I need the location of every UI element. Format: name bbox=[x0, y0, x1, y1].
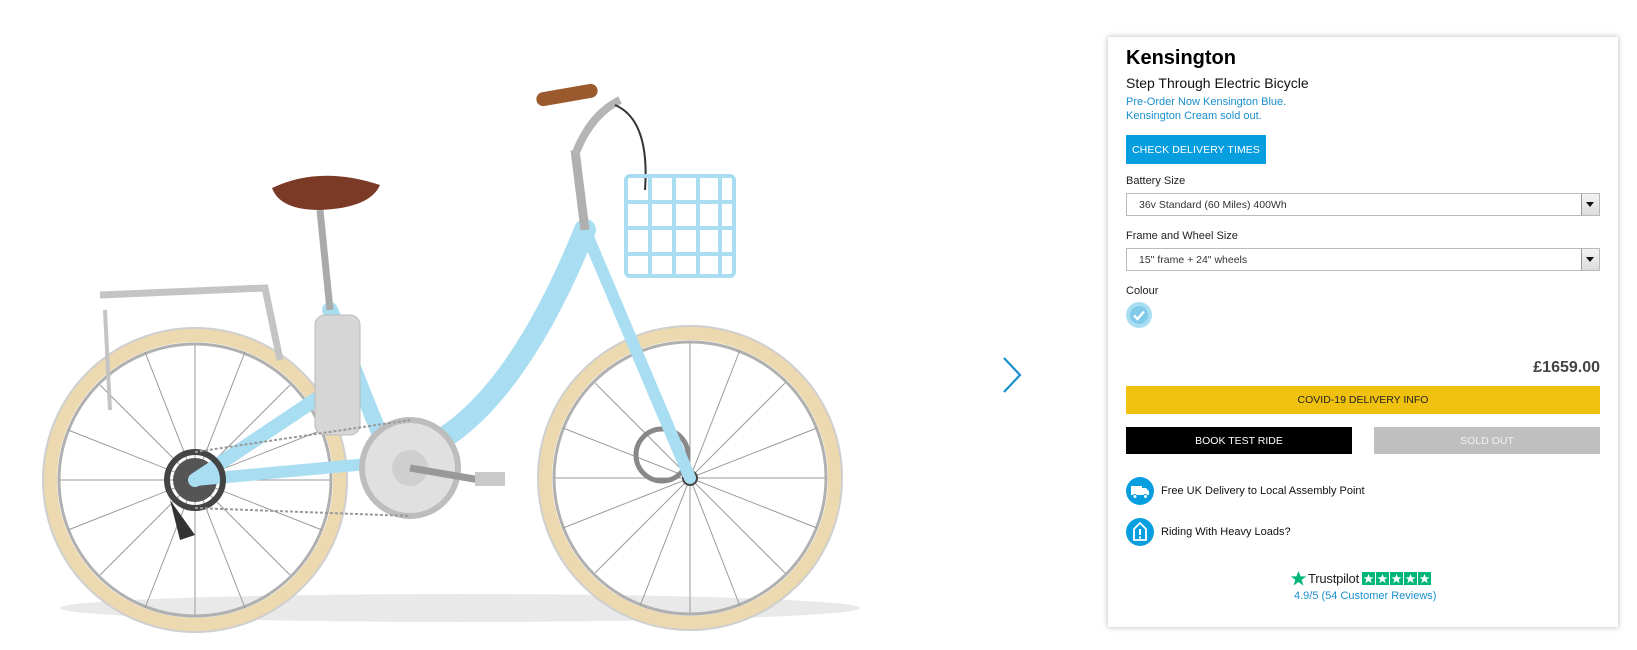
delivery-van-icon bbox=[1126, 477, 1154, 505]
product-title: Kensington bbox=[1126, 47, 1236, 69]
product-gallery bbox=[0, 0, 1030, 646]
check-delivery-times-button[interactable]: CHECK DELIVERY TIMES bbox=[1126, 135, 1266, 164]
colour-swatch-blue[interactable] bbox=[1126, 302, 1152, 328]
product-subtitle: Step Through Electric Bicycle bbox=[1126, 75, 1309, 91]
battery-size-value: 36v Standard (60 Miles) 400Wh bbox=[1139, 199, 1287, 211]
sold-out-button: SOLD OUT bbox=[1374, 427, 1600, 454]
battery-size-select[interactable]: 36v Standard (60 Miles) 400Wh bbox=[1126, 193, 1600, 216]
star-icon bbox=[1403, 571, 1417, 585]
star-icon bbox=[1389, 571, 1403, 585]
colour-label: Colour bbox=[1126, 285, 1159, 297]
frame-wheel-size-label: Frame and Wheel Size bbox=[1126, 230, 1238, 242]
bike-product-image bbox=[42, 83, 860, 633]
heavy-loads-link[interactable]: Riding With Heavy Loads? bbox=[1126, 518, 1600, 548]
trustpilot-logo-row: Trustpilot bbox=[1290, 569, 1432, 587]
soldout-notice: Kensington Cream sold out. bbox=[1126, 110, 1262, 122]
heavy-loads-text: Riding With Heavy Loads? bbox=[1161, 526, 1291, 538]
trustpilot-brand: Trustpilot bbox=[1308, 570, 1359, 586]
frame-wheel-size-value: 15" frame + 24" wheels bbox=[1139, 254, 1248, 266]
star-icon bbox=[1417, 571, 1431, 585]
chevron-right-icon bbox=[1003, 357, 1022, 393]
book-test-ride-button[interactable]: BOOK TEST RIDE bbox=[1126, 427, 1352, 454]
dropdown-arrow-icon bbox=[1581, 249, 1599, 270]
trustpilot-star-icon bbox=[1290, 570, 1307, 586]
trustpilot-stars bbox=[1361, 571, 1432, 585]
covid-delivery-info-button[interactable]: COVID-19 DELIVERY INFO bbox=[1126, 386, 1600, 414]
dropdown-arrow-icon bbox=[1581, 194, 1599, 215]
checkmark-icon bbox=[1130, 306, 1148, 324]
free-delivery-link[interactable]: Free UK Delivery to Local Assembly Point bbox=[1126, 477, 1600, 507]
trustpilot-rating-link[interactable]: 4.9/5 (54 Customer Reviews) bbox=[1294, 590, 1436, 602]
preorder-notice: Pre-Order Now Kensington Blue. bbox=[1126, 96, 1287, 108]
star-icon bbox=[1375, 571, 1389, 585]
trustpilot-widget[interactable]: Trustpilot 4.9/5 (54 Customer Reviews) bbox=[1126, 569, 1600, 613]
product-price: £1659.00 bbox=[1533, 359, 1600, 376]
product-info-panel: Kensington Step Through Electric Bicycle… bbox=[1108, 37, 1618, 627]
battery-size-label: Battery Size bbox=[1126, 175, 1186, 187]
next-image-arrow[interactable] bbox=[1000, 355, 1024, 395]
frame-wheel-size-select[interactable]: 15" frame + 24" wheels bbox=[1126, 248, 1600, 271]
info-exclamation-icon bbox=[1126, 518, 1154, 546]
free-delivery-text: Free UK Delivery to Local Assembly Point bbox=[1161, 485, 1365, 497]
star-icon bbox=[1361, 571, 1375, 585]
